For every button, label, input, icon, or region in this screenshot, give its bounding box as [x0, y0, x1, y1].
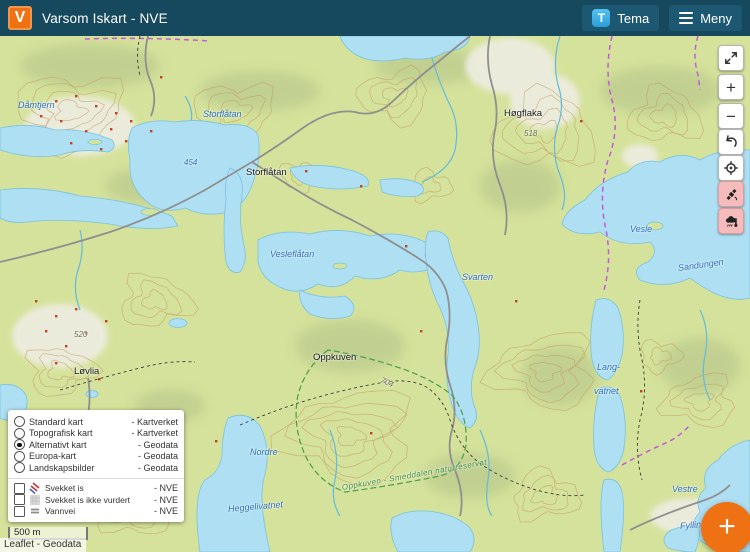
tema-button-label: Tema	[617, 11, 649, 26]
tema-icon: T	[592, 9, 610, 27]
satellite-button[interactable]	[718, 181, 744, 207]
radio-button[interactable]	[14, 462, 25, 473]
basemap-source: - Kartverket	[131, 417, 178, 427]
basemap-option-landskapsbilder[interactable]: Landskapsbilder - Geodata	[14, 462, 178, 474]
locate-button[interactable]	[718, 155, 744, 181]
overlay-label: Svekket is ikke vurdert	[45, 495, 130, 505]
overlay-label: Vannvei	[45, 506, 75, 516]
minus-icon: −	[726, 108, 736, 125]
overlay-label: Svekket is	[45, 483, 84, 493]
weather-button[interactable]	[718, 208, 744, 234]
menu-icon	[679, 12, 693, 24]
basemap-label: Standard kart	[29, 417, 83, 427]
meny-button[interactable]: Meny	[669, 5, 742, 31]
zoom-out-button[interactable]: −	[718, 103, 744, 129]
page-title: Varsom Iskart - NVE	[42, 11, 168, 26]
zoom-in-button[interactable]: +	[718, 74, 744, 100]
map-canvas[interactable]: DåmtjernStorflåtan454StorflåtanHøgflaka5…	[0, 36, 750, 552]
basemap-option-standard[interactable]: Standard kart - Kartverket	[14, 416, 178, 428]
basemap-source: - Geodata	[138, 440, 178, 450]
basemap-option-topografisk[interactable]: Topografisk kart - Kartverket	[14, 428, 178, 440]
radio-button[interactable]	[14, 451, 25, 462]
overlay-source: - NVE	[154, 495, 178, 505]
overlay-option-svekket-is[interactable]: Svekket is - NVE	[14, 483, 178, 495]
weakened-ice-icon	[29, 482, 41, 494]
logo-letter: V	[15, 9, 26, 27]
varsom-logo[interactable]: V	[8, 6, 32, 30]
basemap-label: Topografisk kart	[29, 428, 93, 438]
radio-button[interactable]	[14, 439, 25, 450]
weather-icon	[723, 213, 740, 230]
checkbox[interactable]	[14, 506, 25, 517]
undo-arrow-icon	[722, 133, 740, 151]
waterway-icon	[29, 505, 41, 517]
overlay-option-ikke-vurdert[interactable]: Svekket is ikke vurdert - NVE	[14, 494, 178, 506]
plus-icon: +	[726, 79, 736, 96]
basemap-option-alternativt[interactable]: Alternativt kart - Geodata	[14, 439, 178, 451]
basemap-source: - Geodata	[138, 463, 178, 473]
fullscreen-icon	[722, 49, 740, 67]
ice-not-assessed-icon	[29, 494, 41, 506]
meny-button-label: Meny	[700, 11, 732, 26]
layer-panel: Standard kart - Kartverket Topografisk k…	[8, 410, 184, 522]
panel-divider	[8, 478, 184, 479]
map-attribution: Leaflet - Geodata	[0, 538, 86, 552]
undo-button[interactable]	[718, 129, 744, 155]
basemap-label: Europa-kart	[29, 451, 76, 461]
radio-button[interactable]	[14, 416, 25, 427]
basemap-label: Landskapsbilder	[29, 463, 95, 473]
add-observation-button[interactable]: +	[701, 502, 750, 552]
basemap-option-europa[interactable]: Europa-kart - Geodata	[14, 451, 178, 463]
varsom-iskart-app: V Varsom Iskart - NVE T Tema Meny	[0, 0, 750, 552]
tema-button[interactable]: T Tema	[582, 5, 659, 31]
basemap-label: Alternativt kart	[29, 440, 87, 450]
checkbox[interactable]	[14, 494, 25, 505]
radio-button[interactable]	[14, 428, 25, 439]
overlay-source: - NVE	[154, 506, 178, 516]
basemap-source: - Kartverket	[131, 428, 178, 438]
overlay-option-vannvei[interactable]: Vannvei - NVE	[14, 506, 178, 518]
plus-icon: +	[718, 512, 736, 542]
fullscreen-button[interactable]	[718, 45, 744, 71]
satellite-icon	[723, 186, 740, 203]
checkbox[interactable]	[14, 483, 25, 494]
app-header: V Varsom Iskart - NVE T Tema Meny	[0, 0, 750, 36]
basemap-source: - Geodata	[138, 451, 178, 461]
overlay-source: - NVE	[154, 483, 178, 493]
locate-target-icon	[722, 159, 740, 177]
